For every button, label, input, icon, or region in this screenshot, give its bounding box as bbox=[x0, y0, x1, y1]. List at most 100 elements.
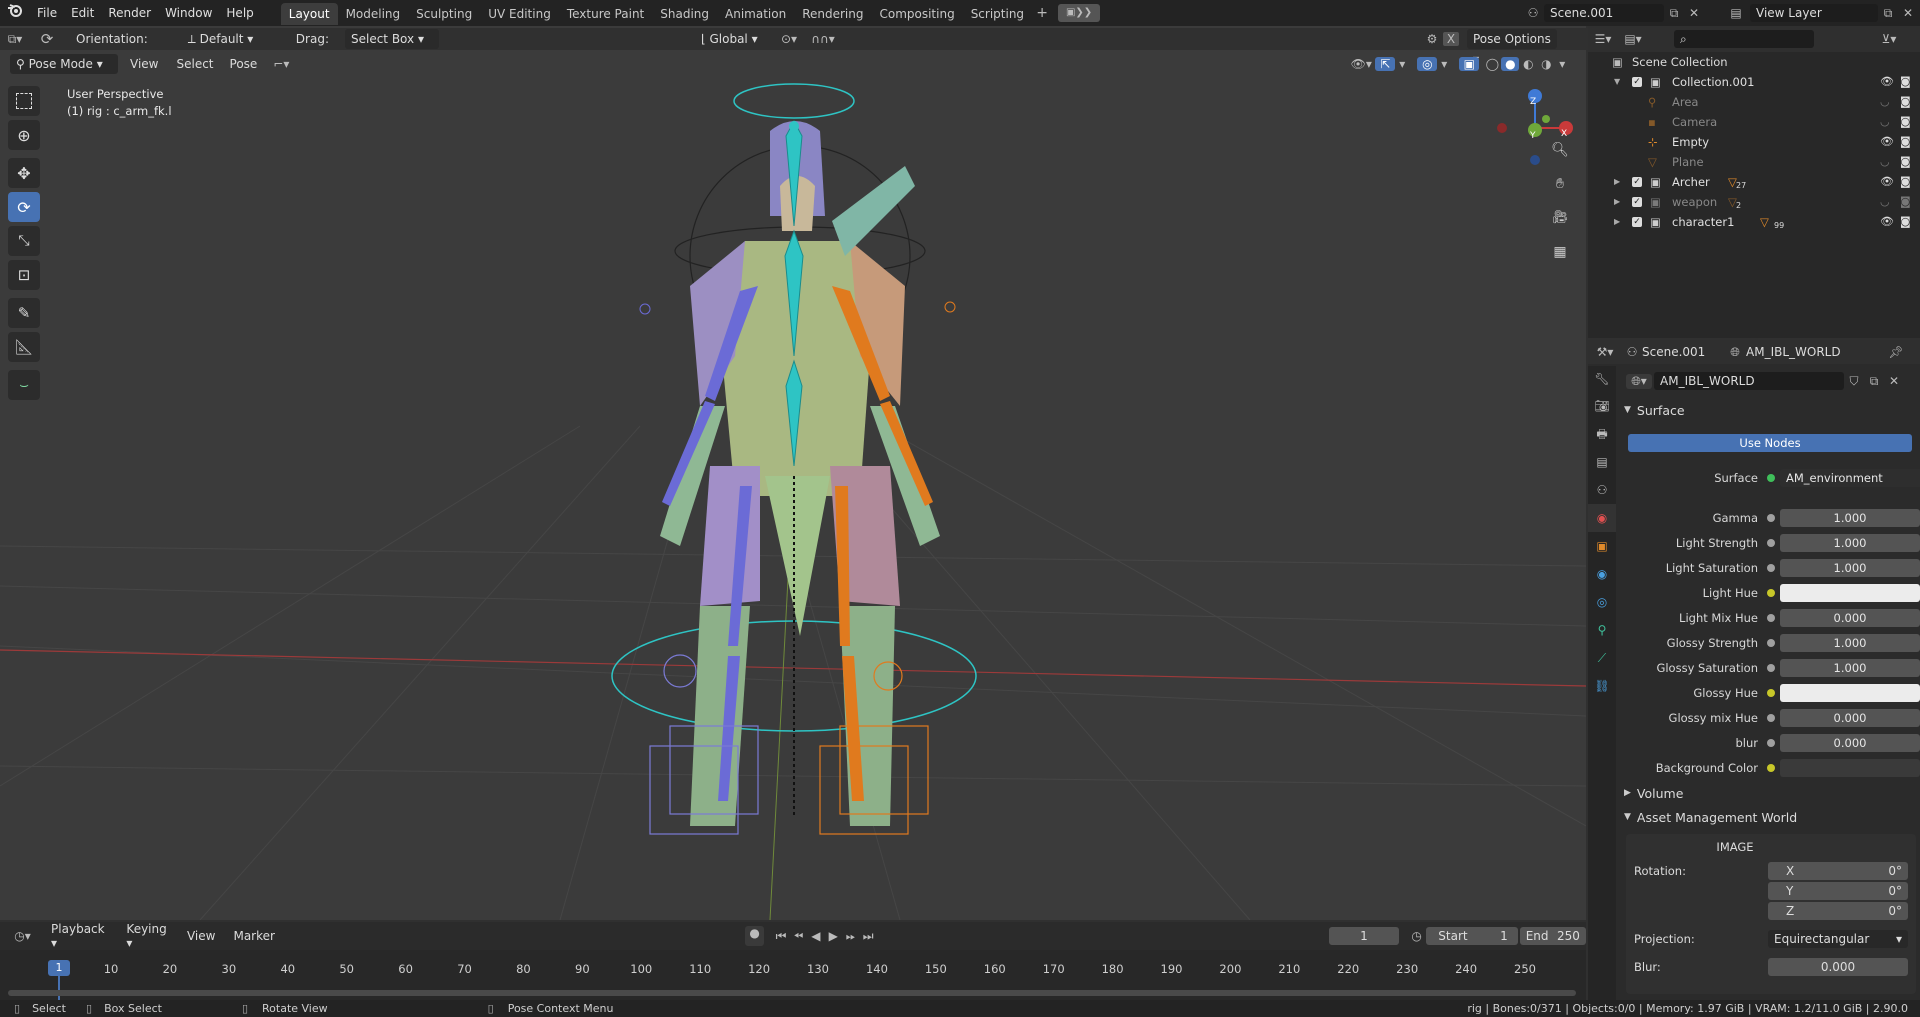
transform-tool[interactable]: ⊡ bbox=[8, 260, 40, 290]
scene-selector[interactable]: ⚇ Scene.001 ⧉ ✕ bbox=[1522, 3, 1712, 23]
render-camera-icon[interactable]: ◙ bbox=[1900, 212, 1911, 232]
cursor-tool[interactable]: ⊕ bbox=[8, 120, 40, 150]
outliner-row[interactable]: ▼ ✓ ▣ Collection.001 👁︎ ◙ bbox=[1588, 72, 1920, 92]
pose-options-dropdown[interactable]: Pose Options ▾ bbox=[1466, 29, 1557, 66]
input-socket-icon[interactable] bbox=[1767, 714, 1775, 722]
hidden-eye-icon[interactable]: ◡ bbox=[1880, 192, 1890, 212]
pan-hand-icon[interactable]: ✋︎ bbox=[1546, 170, 1574, 198]
input-value-field[interactable]: 1.000 bbox=[1780, 634, 1920, 652]
input-value-field[interactable]: 1.000 bbox=[1780, 534, 1920, 552]
rotation-z-field[interactable]: Z 0° bbox=[1768, 902, 1908, 920]
menu-edit[interactable]: Edit bbox=[64, 0, 101, 26]
outliner-row[interactable]: ▪ Camera ◡ ◙ bbox=[1588, 112, 1920, 132]
bone-tab-icon[interactable]: ⟋ bbox=[1588, 644, 1616, 672]
unlink-world-icon[interactable]: ✕ bbox=[1884, 374, 1904, 388]
input-socket-icon[interactable] bbox=[1767, 664, 1775, 672]
tab-scripting[interactable]: Scripting bbox=[963, 3, 1032, 25]
constraint-tab-icon[interactable]: ⚲ bbox=[1588, 616, 1616, 644]
tool-tab-icon[interactable]: 🔧︎ bbox=[1588, 366, 1616, 392]
render-camera-icon[interactable]: ◙ bbox=[1900, 192, 1911, 212]
color-swatch[interactable] bbox=[1780, 759, 1920, 777]
input-value-field[interactable]: 0.000 bbox=[1780, 709, 1920, 727]
use-nodes-button[interactable]: Use Nodes bbox=[1628, 434, 1912, 452]
menu-view[interactable]: View bbox=[130, 57, 158, 71]
tab-animation[interactable]: Animation bbox=[717, 3, 794, 25]
viewport-scene[interactable] bbox=[0, 26, 1586, 920]
tab-modeling[interactable]: Modeling bbox=[338, 3, 409, 25]
blur-field[interactable]: 0.000 bbox=[1768, 958, 1908, 976]
play-icon[interactable]: ▶ bbox=[825, 929, 842, 943]
delete-scene-icon[interactable]: ✕ bbox=[1684, 6, 1704, 20]
xray-icon[interactable]: ▣ bbox=[1459, 57, 1480, 71]
tab-sculpting[interactable]: Sculpting bbox=[408, 3, 480, 25]
input-value-field[interactable]: 1.000 bbox=[1780, 659, 1920, 677]
menu-help[interactable]: Help bbox=[219, 0, 260, 26]
rendered-shading-icon[interactable]: ◑ bbox=[1537, 57, 1555, 71]
marker-menu[interactable]: Marker bbox=[233, 929, 274, 943]
hidden-eye-icon[interactable]: ◡ bbox=[1880, 152, 1890, 172]
input-value-field[interactable]: 0.000 bbox=[1780, 734, 1920, 752]
overlay-toggle-icon[interactable]: ◎ bbox=[1417, 57, 1438, 71]
shading-dropdown-icon[interactable]: ▾ bbox=[1555, 57, 1569, 71]
render-camera-icon[interactable]: ◙ bbox=[1900, 72, 1911, 92]
measure-tool[interactable]: 📐︎ bbox=[8, 332, 40, 362]
eye-icon[interactable]: 👁︎ bbox=[1880, 212, 1894, 232]
collapsed-arrow-icon[interactable]: ▶ bbox=[1614, 172, 1620, 192]
breadcrumb-scene[interactable]: Scene.001 bbox=[1642, 345, 1724, 359]
object-tab-icon[interactable]: ▣ bbox=[1588, 532, 1616, 560]
tab-rendering[interactable]: Rendering bbox=[794, 3, 871, 25]
collection-checkbox[interactable]: ✓ bbox=[1632, 197, 1642, 207]
rotate-tool[interactable]: ⟳ bbox=[8, 192, 40, 222]
active-tool-icon[interactable]: ⟳ bbox=[30, 30, 64, 48]
collection-checkbox[interactable]: ✓ bbox=[1632, 217, 1642, 227]
view-layer-selector[interactable]: ▤ View Layer ⧉ ✕ bbox=[1722, 3, 1918, 23]
3d-viewport[interactable]: Z X Y User Perspective (1) rig : c_arm_f… bbox=[0, 26, 1586, 920]
snap-icon[interactable]: ∩∩▾ bbox=[803, 32, 843, 46]
hidden-eye-icon[interactable]: ◡ bbox=[1880, 92, 1890, 112]
tab-shading[interactable]: Shading bbox=[652, 3, 717, 25]
outliner-row[interactable]: ▽ Plane ◡ ◙ bbox=[1588, 152, 1920, 172]
menu-window[interactable]: Window bbox=[158, 0, 219, 26]
input-value-field[interactable]: 1.000 bbox=[1780, 559, 1920, 577]
view-layer-field[interactable]: View Layer bbox=[1750, 4, 1878, 22]
gizmo-z-label[interactable]: Z bbox=[1530, 97, 1536, 107]
jump-start-icon[interactable]: ⏮ bbox=[772, 929, 789, 944]
menu-render[interactable]: Render bbox=[101, 0, 158, 26]
pivot-icon[interactable]: ⊙▾ bbox=[775, 32, 803, 46]
gizmo-y-label[interactable]: Y bbox=[1530, 131, 1536, 141]
add-workspace-icon[interactable]: + bbox=[1032, 5, 1052, 21]
input-socket-icon[interactable] bbox=[1767, 764, 1775, 772]
fake-user-icon[interactable]: ⛉ bbox=[1844, 374, 1864, 389]
material-shading-icon[interactable]: ◐ bbox=[1519, 57, 1537, 71]
gizmo-toggle-icon[interactable]: ⇱ bbox=[1375, 57, 1396, 71]
input-value-field[interactable]: 1.000 bbox=[1780, 509, 1920, 527]
jump-end-icon[interactable]: ⏭ bbox=[859, 929, 876, 944]
wireframe-shading-icon[interactable]: ◯ bbox=[1483, 57, 1501, 71]
asset-panel-header[interactable]: ▼ Asset Management World bbox=[1624, 807, 1914, 827]
timeline-view-menu[interactable]: View bbox=[187, 929, 215, 943]
volume-panel-header[interactable]: ▶ Volume bbox=[1624, 783, 1914, 803]
scale-tool[interactable]: ⤡ bbox=[8, 226, 40, 256]
preview-range-icon[interactable]: ◷ bbox=[1407, 929, 1426, 943]
collapsed-arrow-icon[interactable]: ▶ bbox=[1614, 212, 1620, 232]
surface-node-field[interactable]: AM_environment bbox=[1780, 469, 1920, 487]
bone-constraint-tab-icon[interactable]: ⛓︎ bbox=[1588, 672, 1616, 700]
tab-compositing[interactable]: Compositing bbox=[871, 3, 962, 25]
world-browse-icon[interactable]: 🌐︎▾ bbox=[1626, 373, 1652, 389]
playback-menu[interactable]: Playback ▾ bbox=[51, 922, 112, 950]
input-socket-icon[interactable] bbox=[1767, 739, 1775, 747]
input-socket-icon[interactable] bbox=[1767, 639, 1775, 647]
gizmo-dropdown-icon[interactable]: ▾ bbox=[1395, 57, 1409, 71]
collection-checkbox[interactable]: ✓ bbox=[1632, 177, 1642, 187]
menu-pose[interactable]: Pose bbox=[230, 57, 258, 71]
world-datablock[interactable]: 🌐︎▾ AM_IBL_WORLD ⛉ ⧉ ✕ bbox=[1626, 370, 1916, 392]
new-scene-icon[interactable]: ⧉ bbox=[1664, 6, 1684, 21]
outliner-row[interactable]: ▶ ✓ ▣ Archer 27 ▽ 👁︎ ◙ bbox=[1588, 172, 1920, 192]
input-socket-icon[interactable] bbox=[1767, 514, 1775, 522]
display-mode-icon[interactable]: ▤▾ bbox=[1618, 32, 1648, 46]
color-swatch[interactable] bbox=[1780, 584, 1920, 602]
collection-checkbox[interactable]: ✓ bbox=[1632, 77, 1642, 87]
tab-layout[interactable]: Layout bbox=[280, 3, 338, 25]
select-box-tool[interactable] bbox=[8, 86, 40, 116]
record-icon[interactable]: ● bbox=[744, 926, 765, 946]
